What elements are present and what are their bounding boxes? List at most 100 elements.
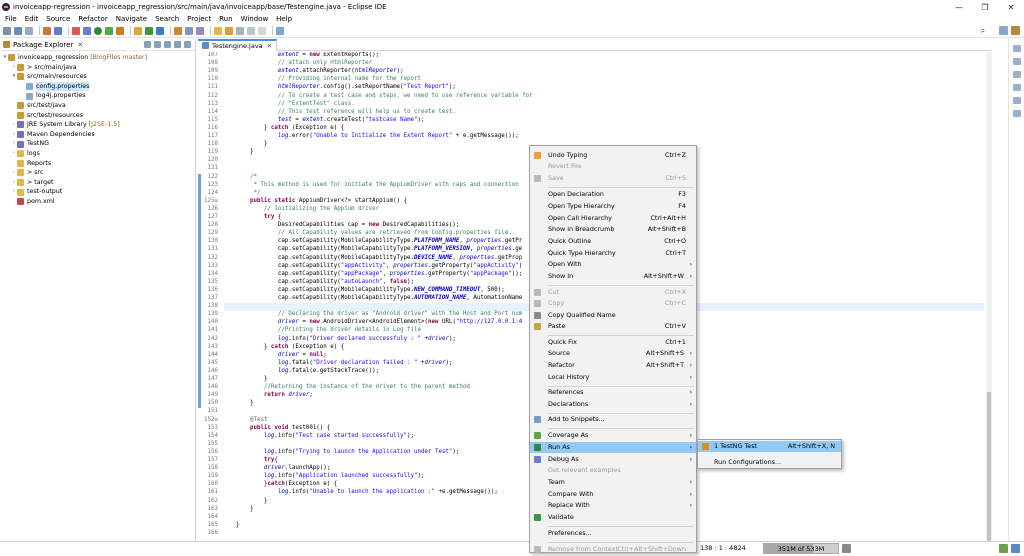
previous-annotation-icon[interactable] (225, 26, 233, 35)
code-line[interactable]: } catch (Exception e) { (236, 344, 344, 350)
menu-item-replace-with[interactable]: Replace With › (530, 500, 696, 511)
tree-item[interactable]: pom.xml (0, 197, 195, 207)
code-line[interactable]: log.info("Trying to launch the Applicati… (236, 449, 459, 455)
progress-icon[interactable] (1011, 544, 1020, 553)
java-perspective-icon[interactable] (1011, 26, 1020, 35)
code-line[interactable]: cap.setCapability(MobileCapabilityType.D… (236, 255, 522, 261)
code-line[interactable]: log.info("Application launched successfu… (236, 473, 425, 479)
menu-item-open-with[interactable]: Open With › (530, 259, 696, 270)
tree-item[interactable]: ▾ src/main/resources (0, 72, 195, 82)
menu-item-paste[interactable]: Paste Ctrl+V (530, 321, 696, 332)
menu-refactor[interactable]: Refactor (78, 15, 107, 23)
package-explorer-title[interactable]: Package Explorer (13, 41, 73, 49)
menu-item-declarations[interactable]: Declarations › (530, 399, 696, 410)
save-icon[interactable] (14, 26, 22, 35)
menu-item-revert-file[interactable]: Revert File (530, 161, 696, 172)
tree-item[interactable]: src/test/resources (0, 111, 195, 121)
code-line[interactable]: // "ExtentTest" class. (236, 101, 355, 107)
tab-testengine-java[interactable]: Testengine.java ✕ (198, 38, 278, 51)
code-line[interactable]: try{ (236, 457, 278, 463)
menu-item-refactor[interactable]: Refactor Alt+Shift+T › (530, 360, 696, 371)
editor-vertical-scrollbar[interactable] (986, 52, 992, 542)
minimize-view-icon[interactable] (174, 41, 181, 48)
new-class-icon[interactable] (156, 26, 164, 35)
tree-item[interactable]: Reports (0, 159, 195, 169)
menu-help[interactable]: Help (276, 15, 292, 23)
code-line[interactable]: cap.setCapability("autoLaunch", false); (236, 279, 414, 285)
code-line[interactable]: } (236, 506, 254, 512)
coverage-icon[interactable] (105, 26, 113, 35)
menu-item-local-history[interactable]: Local History › (530, 372, 696, 383)
back-icon[interactable] (247, 26, 255, 35)
javadoc-icon[interactable] (1012, 97, 1021, 104)
menu-item-open-type-hierarchy[interactable]: Open Type Hierarchy F4 (530, 201, 696, 212)
code-line[interactable]: // Declaring the driver as "Android driv… (236, 311, 522, 317)
code-line[interactable]: test = extent.createTest("testcase Name"… (236, 117, 425, 123)
menu-item-validate[interactable]: Validate (530, 512, 696, 523)
code-line[interactable]: cap.setCapability(MobileCapabilityType.A… (236, 295, 522, 301)
code-line[interactable]: public void test001() { (236, 425, 330, 431)
menu-item-undo-typing[interactable]: Undo Typing Ctrl+Z (530, 150, 696, 161)
close-icon[interactable]: ✕ (267, 42, 272, 50)
menu-navigate[interactable]: Navigate (116, 15, 147, 23)
menu-item-save[interactable]: Save Ctrl+S (530, 173, 696, 184)
restore-icon[interactable] (1012, 45, 1021, 52)
notification-icon[interactable] (999, 544, 1008, 553)
code-line[interactable]: } (236, 522, 240, 528)
menu-run[interactable]: Run (219, 15, 232, 23)
code-line[interactable]: driver = null; (236, 352, 327, 358)
heap-status[interactable]: 351M of 533M (763, 543, 839, 554)
menu-item-1-testng-test[interactable]: 1 TestNG Test Alt+Shift+X, N (698, 441, 841, 452)
code-line[interactable]: // This test reference will help us to c… (236, 109, 456, 115)
menu-window[interactable]: Window (241, 15, 269, 23)
menu-item-add-to-snippets[interactable]: Add to Snippets... (530, 414, 696, 425)
menu-project[interactable]: Project (187, 15, 211, 23)
menu-item-copy[interactable]: Copy Ctrl+C (530, 298, 696, 309)
garbage-collect-icon[interactable] (842, 544, 851, 553)
tree-item[interactable]: › > target (0, 178, 195, 188)
view-menu-icon[interactable] (164, 41, 171, 48)
outline-icon[interactable] (1012, 58, 1021, 65)
collapse-all-icon[interactable] (144, 41, 151, 48)
tree-item[interactable]: › TestNG (0, 139, 195, 149)
run-icon[interactable] (94, 26, 102, 35)
menu-item-get-relevant-examples[interactable]: Get relevant examples (530, 465, 696, 476)
code-line[interactable]: cap.setCapability(MobileCapabilityType.P… (236, 246, 522, 252)
new-java-project-icon[interactable] (134, 26, 142, 35)
terminal-icon[interactable] (54, 26, 62, 35)
new-icon[interactable] (3, 26, 11, 35)
menu-item-open-call-hierarchy[interactable]: Open Call Hierarchy Ctrl+Alt+H (530, 213, 696, 224)
code-line[interactable]: } (236, 376, 268, 382)
menu-search[interactable]: Search (155, 15, 179, 23)
tree-item[interactable]: log4j.properties (0, 91, 195, 101)
code-line[interactable]: }catch(Exception e) { (236, 481, 337, 487)
code-line[interactable]: log.fatal("Driver declaration failed : "… (236, 360, 453, 366)
code-line[interactable]: public static AppiumDriver<?> startAppiu… (236, 198, 407, 204)
menu-item-open-declaration[interactable]: Open Declaration F3 (530, 189, 696, 200)
tree-item[interactable]: › > src/main/java (0, 63, 195, 73)
menu-item-coverage-as[interactable]: Coverage As › (530, 430, 696, 441)
console-icon[interactable] (1012, 110, 1021, 117)
tree-item[interactable]: src/test/java (0, 101, 195, 111)
code-line[interactable]: log.error("Unable to Initialize the Exte… (236, 133, 519, 139)
code-line[interactable]: cap.setCapability(MobileCapabilityType.P… (236, 238, 522, 244)
code-line[interactable]: cap.setCapability("appPackage", properti… (236, 271, 522, 277)
menu-item-show-in[interactable]: Show In Alt+Shift+W › (530, 271, 696, 282)
code-line[interactable]: //Printing the driver details in Log fil… (236, 327, 421, 333)
code-line[interactable]: log.info("Test case started successfully… (236, 433, 414, 439)
problems-icon[interactable] (1012, 84, 1021, 91)
code-line[interactable]: */ (236, 190, 260, 196)
build-icon[interactable] (43, 26, 51, 35)
code-line[interactable]: log.fatal(e.getStackTrace()); (236, 368, 379, 374)
pin-editor-icon[interactable] (276, 26, 284, 35)
code-line[interactable]: /* (236, 174, 257, 180)
code-line[interactable]: // To create a test case and steps, we n… (236, 93, 533, 99)
code-line[interactable]: // Initializing the Appium driver (236, 206, 379, 212)
maximize-button[interactable]: ❐ (972, 0, 998, 14)
menu-item-team[interactable]: Team › (530, 477, 696, 488)
code-line[interactable]: // All Capability values are retrieved f… (236, 230, 512, 236)
menu-item-debug-as[interactable]: Debug As › (530, 454, 696, 465)
menu-item-source[interactable]: Source Alt+Shift+S › (530, 348, 696, 359)
task-list-icon[interactable] (1012, 71, 1021, 78)
tree-item[interactable]: › JRE System Library [J2SE-1.5] (0, 120, 195, 130)
